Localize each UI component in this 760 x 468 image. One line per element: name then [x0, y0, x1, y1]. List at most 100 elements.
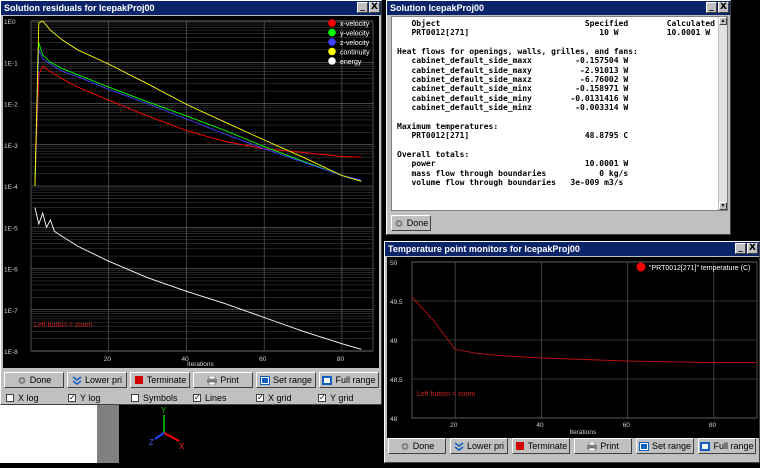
report-line: cabinet_default_side_minz -0.003314 W	[397, 103, 629, 113]
y-tick-label: 49	[390, 338, 398, 345]
lines-checkbox[interactable]: ✓ Lines	[193, 392, 227, 404]
axis-x-label: X	[179, 442, 185, 451]
viewer-3d[interactable]: Y Z X	[119, 405, 381, 463]
x-axis-label: Iterations	[187, 361, 214, 368]
zoom-hint: Left button = zoom	[34, 322, 92, 329]
x-grid-box[interactable]: ✓	[256, 394, 264, 402]
print-button[interactable]: Print	[193, 372, 253, 388]
symbols-checkbox[interactable]: Symbols	[131, 392, 178, 404]
scroll-down-arrow-icon[interactable]: ▼	[719, 202, 727, 210]
full-range-button[interactable]: Full range	[698, 438, 756, 454]
lower-pri-button[interactable]: Lower pri	[67, 372, 127, 388]
x-grid-checkbox[interactable]: ✓ X grid	[256, 392, 292, 404]
legend-label: y-velocity	[340, 31, 370, 38]
y-grid-box[interactable]: ✓	[318, 394, 326, 402]
legend-label: "PRT0012[271]" temperature (C)	[649, 265, 750, 272]
x-tick-label: 20	[450, 422, 458, 429]
y-grid-checkbox[interactable]: ✓ Y grid	[318, 392, 353, 404]
set-range-button[interactable]: Set range	[636, 438, 694, 454]
residuals-titlebar[interactable]: Solution residuals for IcepakProj00 _ X	[1, 1, 381, 15]
symbols-box[interactable]	[131, 394, 139, 402]
solution-textarea[interactable]: Object Specified Calculated PRT0012[271]…	[391, 16, 728, 211]
y-log-box[interactable]: ✓	[68, 394, 76, 402]
legend-marker-continuity	[328, 47, 336, 56]
x-tick-label: 80	[709, 422, 717, 429]
x-tick-label: 20	[104, 356, 112, 363]
printer-icon	[207, 375, 218, 385]
close-button[interactable]: X	[747, 243, 758, 254]
report-line: mass flow through boundaries 0 kg/s	[397, 168, 629, 178]
x-log-checkbox[interactable]: X log	[6, 392, 39, 404]
close-button[interactable]: X	[369, 2, 380, 13]
full-range-label: Full range	[713, 441, 754, 451]
full-range-icon	[700, 441, 711, 451]
lines-label: Lines	[205, 393, 227, 403]
terminate-button[interactable]: Terminate	[512, 438, 570, 454]
y-tick-label: 50	[390, 260, 398, 267]
legend-label: x-velocity	[340, 21, 370, 28]
y-tick-label: 49.5	[390, 299, 403, 306]
x-tick-label: 60	[259, 356, 267, 363]
set-range-button[interactable]: Set range	[256, 372, 316, 388]
terminate-label: Terminate	[146, 375, 187, 385]
y-log-checkbox[interactable]: ✓ Y log	[68, 392, 100, 404]
terminate-button[interactable]: Terminate	[130, 372, 190, 388]
set-range-label: Set range	[272, 375, 313, 385]
range-icon	[259, 375, 270, 385]
solution-titlebar[interactable]: Solution IcepakProj00 _ X	[387, 1, 730, 15]
series-line-z-velocity	[34, 49, 362, 187]
report-line: Maximum temperatures:	[397, 121, 499, 131]
report-line	[397, 38, 715, 47]
background-panel-white	[0, 405, 97, 463]
report-line: PRT0012[271] 48.8795 C	[397, 131, 629, 141]
temperature-plot[interactable]: 50 49.5 49 48.5 48 20 40 60 80 Iterations "PRT0012…	[387, 257, 759, 438]
y-tick-label: 1E-7	[4, 308, 18, 315]
done-label: Done	[412, 441, 435, 451]
y-tick-label: 1E-6	[4, 267, 18, 274]
solution-report: Object Specified Calculated PRT0012[271]…	[392, 17, 715, 187]
full-range-icon	[322, 375, 333, 385]
done-button[interactable]: Done	[4, 372, 64, 388]
minimize-button[interactable]: _	[706, 2, 717, 13]
minimize-button[interactable]: _	[357, 2, 368, 13]
y-tick-label: 48.5	[390, 377, 403, 384]
solution-scrollbar[interactable]: ▲ ▼	[718, 17, 727, 210]
axis-z-label: Z	[149, 438, 154, 447]
x-log-box[interactable]	[6, 394, 14, 402]
residuals-plot[interactable]: 1E0 1E-1 1E-2 1E-3 1E-4 1E-5 1E-6 1E-7 1E-8 20 40 6…	[3, 16, 379, 368]
y-tick-label: 48	[390, 416, 398, 423]
done-icon	[394, 219, 404, 228]
temperature-titlebar[interactable]: Temperature point monitors for IcepakPro…	[385, 242, 759, 256]
stop-icon	[134, 375, 144, 385]
done-icon	[17, 376, 27, 385]
solution-title: Solution IcepakProj00	[390, 3, 485, 13]
solution-done-label: Done	[406, 218, 429, 228]
full-range-button[interactable]: Full range	[319, 372, 379, 388]
x-log-label: X log	[18, 393, 39, 403]
print-button[interactable]: Print	[574, 438, 632, 454]
y-tick-label: 1E-1	[4, 60, 18, 67]
close-button[interactable]: X	[718, 2, 729, 13]
done-icon	[400, 442, 410, 451]
temperature-title: Temperature point monitors for IcepakPro…	[388, 244, 580, 254]
lower-pri-button[interactable]: Lower pri	[450, 438, 508, 454]
report-line: volume flow through boundaries 3e-009 m3…	[397, 177, 624, 187]
report-line: cabinet_default_side_maxx -0.157504 W	[397, 56, 629, 66]
legend-marker-energy	[328, 57, 336, 65]
minimize-button[interactable]: _	[735, 243, 746, 254]
residuals-window: Solution residuals for IcepakProj00 _ X …	[0, 0, 382, 405]
x-tick-label: 40	[536, 422, 544, 429]
report-line: cabinet_default_side_maxz -6.76002 W	[397, 75, 629, 85]
double-down-icon	[454, 441, 464, 451]
lines-box[interactable]: ✓	[193, 394, 201, 402]
report-line: Object Specified Calculated	[397, 19, 715, 28]
done-button[interactable]: Done	[388, 438, 446, 454]
legend-label: continuity	[340, 50, 370, 57]
scroll-up-arrow-icon[interactable]: ▲	[719, 17, 727, 25]
x-tick-label: 80	[337, 356, 345, 363]
legend-label: energy	[340, 59, 362, 66]
solution-done-button[interactable]: Done	[391, 215, 431, 231]
series-line-temperature	[411, 296, 757, 364]
terminate-label: Terminate	[527, 441, 568, 451]
report-line: PRT0012[271] 10 W 10.0001 W	[397, 28, 711, 38]
